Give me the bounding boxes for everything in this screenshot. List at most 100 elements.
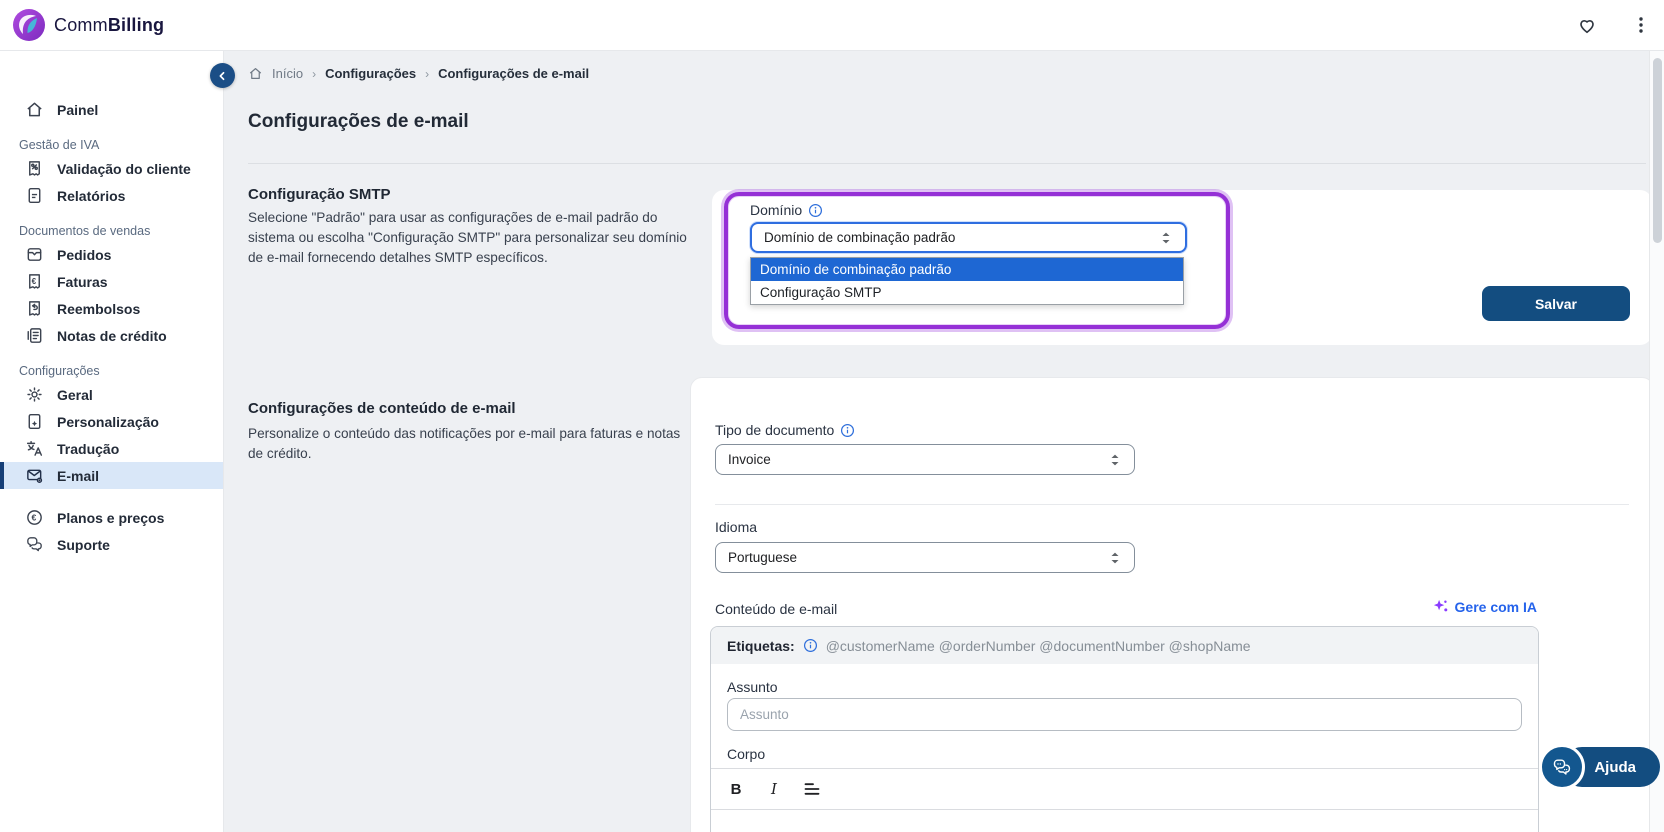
breadcrumb-current: Configurações de e-mail (438, 66, 589, 81)
domain-option-default[interactable]: Domínio de combinação padrão (751, 258, 1183, 281)
align-lines-icon (803, 781, 821, 797)
app-window: CommBilling (0, 0, 1664, 832)
sidebar-item-label: Geral (57, 387, 93, 403)
divider (248, 163, 1646, 164)
sidebar-collapse-button[interactable] (210, 63, 235, 88)
sidebar-item-label: Suporte (57, 537, 110, 553)
sidebar-item-label: Tradução (57, 441, 119, 457)
breadcrumb-separator: › (425, 67, 429, 81)
refund-receipt-icon (25, 299, 44, 318)
tags-label: Etiquetas: (727, 638, 795, 654)
sidebar-item-geral[interactable]: Geral (0, 381, 223, 408)
info-icon[interactable] (808, 203, 823, 218)
tags-bar: Etiquetas: @customerName @orderNumber @d… (711, 627, 1538, 664)
language-label: Idioma (715, 519, 757, 535)
email-editor-box: Etiquetas: @customerName @orderNumber @d… (710, 626, 1539, 832)
subject-label: Assunto (727, 679, 778, 695)
breadcrumb-configuracoes[interactable]: Configurações (325, 66, 416, 81)
vertical-scrollbar[interactable] (1649, 50, 1664, 832)
orders-inbox-icon (25, 245, 44, 264)
home-icon (25, 100, 44, 119)
receipt-percent-icon (25, 159, 44, 178)
align-button[interactable] (797, 775, 827, 803)
brand-logo-icon (12, 8, 46, 42)
subject-input[interactable] (727, 698, 1522, 731)
customize-document-icon (25, 412, 44, 431)
sidebar-item-label: Faturas (57, 274, 108, 290)
help-button[interactable]: Ajuda (1562, 747, 1660, 787)
sidebar-item-pedidos[interactable]: Pedidos (0, 241, 223, 268)
invoice-euro-icon: € (25, 272, 44, 291)
sidebar-item-notas-credito[interactable]: Notas de crédito (0, 322, 223, 349)
sidebar-section-gestao-iva: Gestão de IVA (0, 123, 223, 155)
sidebar-item-personalizacao[interactable]: Personalização (0, 408, 223, 435)
smtp-section-heading: Configuração SMTP (248, 186, 391, 203)
generate-with-ai-link[interactable]: Gere com IA (1432, 598, 1537, 615)
tags-placeholders: @customerName @orderNumber @documentNumb… (826, 638, 1251, 654)
select-arrows-icon (1108, 452, 1122, 468)
language-value: Portuguese (728, 550, 797, 565)
scrollbar-thumb[interactable] (1653, 58, 1662, 243)
info-icon[interactable] (840, 423, 855, 438)
email-content-card: Tipo de documento Invoice Idioma Portugu… (690, 377, 1654, 832)
body-label: Corpo (727, 746, 765, 762)
svg-text:€: € (31, 513, 36, 523)
translate-icon (25, 439, 44, 458)
breadcrumb-separator: › (312, 67, 316, 81)
report-document-icon (25, 186, 44, 205)
domain-option-smtp[interactable]: Configuração SMTP (751, 281, 1183, 304)
gear-icon (25, 385, 44, 404)
sidebar-item-label: Validação do cliente (57, 161, 191, 177)
sidebar-item-relatorios[interactable]: Relatórios (0, 182, 223, 209)
sidebar-section-configuracoes: Configurações (0, 349, 223, 381)
content-section-heading: Configurações de conteúdo de e-mail (248, 400, 516, 417)
divider (715, 504, 1629, 505)
smtp-form-card: Domínio Domínio de combinação padrão Dom… (712, 190, 1652, 345)
sidebar-item-suporte[interactable]: Suporte (0, 531, 223, 558)
italic-button[interactable]: I (759, 775, 789, 803)
domain-field-label: Domínio (750, 202, 823, 218)
language-select[interactable]: Portuguese (715, 542, 1135, 573)
sidebar: Painel Gestão de IVA Validação do client… (0, 50, 224, 832)
sidebar-item-email[interactable]: E-mail (0, 462, 223, 489)
email-content-label: Conteúdo de e-mail (715, 601, 837, 617)
sidebar-item-painel[interactable]: Painel (0, 96, 223, 123)
sidebar-item-validacao-cliente[interactable]: Validação do cliente (0, 155, 223, 182)
document-type-label: Tipo de documento (715, 422, 855, 438)
top-bar: CommBilling (0, 0, 1664, 51)
sidebar-item-label: Planos e preços (57, 510, 164, 526)
breadcrumb: Início › Configurações › Configurações d… (248, 66, 589, 81)
help-chat-badge (1539, 744, 1585, 790)
home-icon (248, 66, 263, 81)
smtp-section-description: Selecione "Padrão" para usar as configur… (248, 208, 698, 268)
ai-sparkles-icon (1432, 598, 1449, 615)
page-title: Configurações de e-mail (248, 111, 469, 133)
sidebar-item-label: Pedidos (57, 247, 111, 263)
document-type-select[interactable]: Invoice (715, 444, 1135, 475)
info-icon[interactable] (803, 638, 818, 653)
sidebar-item-reembolsos[interactable]: Reembolsos (0, 295, 223, 322)
sidebar-item-label: Notas de crédito (57, 328, 167, 344)
kebab-menu-icon[interactable] (1630, 13, 1652, 37)
domain-select[interactable]: Domínio de combinação padrão (750, 222, 1187, 253)
bold-button[interactable]: B (721, 775, 751, 803)
select-arrows-icon (1159, 230, 1173, 246)
mail-settings-icon (25, 466, 44, 485)
sidebar-item-label: Relatórios (57, 188, 125, 204)
main-content: Início › Configurações › Configurações d… (224, 50, 1664, 832)
support-chat-icon (25, 535, 44, 554)
domain-select-value: Domínio de combinação padrão (764, 230, 955, 245)
brand-logo[interactable]: CommBilling (0, 8, 164, 42)
save-button[interactable]: Salvar (1482, 286, 1630, 321)
editor-toolbar: B I (711, 768, 1538, 810)
sidebar-item-label: E-mail (57, 468, 99, 484)
domain-dropdown-list: Domínio de combinação padrão Configuraçã… (750, 257, 1184, 305)
sidebar-item-traducao[interactable]: Tradução (0, 435, 223, 462)
sidebar-item-label: Personalização (57, 414, 159, 430)
sidebar-item-faturas[interactable]: € Faturas (0, 268, 223, 295)
sidebar-item-planos-precos[interactable]: € Planos e preços (0, 504, 223, 531)
breadcrumb-home[interactable]: Início (272, 66, 303, 81)
euro-circle-icon: € (25, 508, 44, 527)
favorites-heart-icon[interactable] (1574, 12, 1600, 38)
document-type-value: Invoice (728, 452, 771, 467)
